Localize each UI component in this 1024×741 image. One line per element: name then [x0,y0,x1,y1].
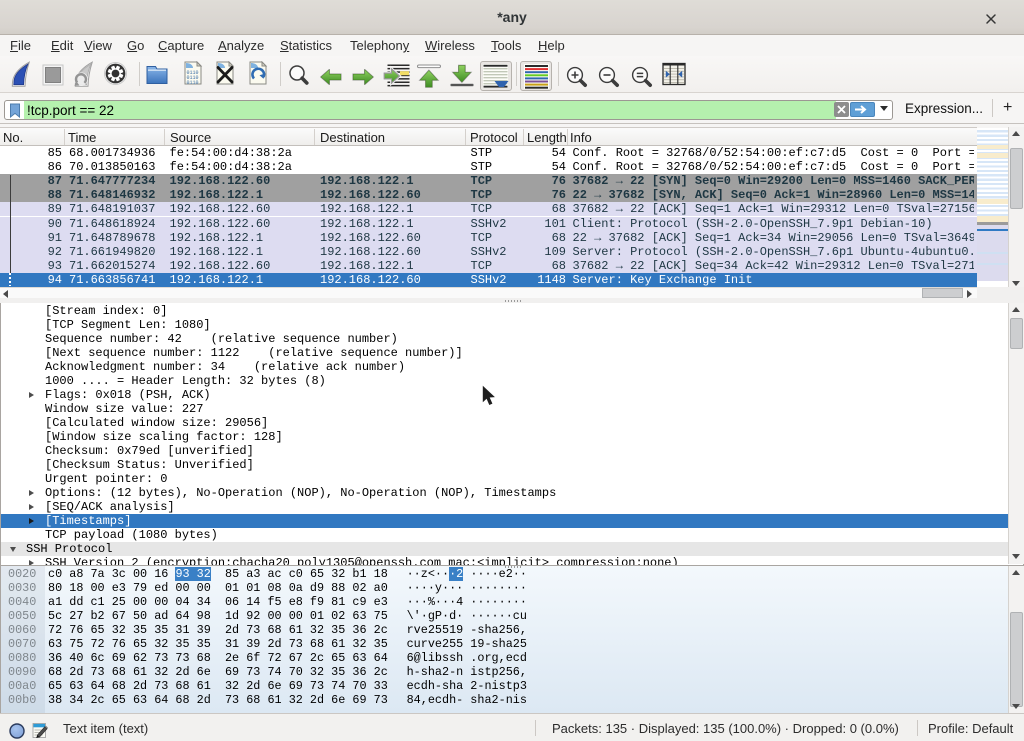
svg-text:0110: 0110 [187,80,199,86]
